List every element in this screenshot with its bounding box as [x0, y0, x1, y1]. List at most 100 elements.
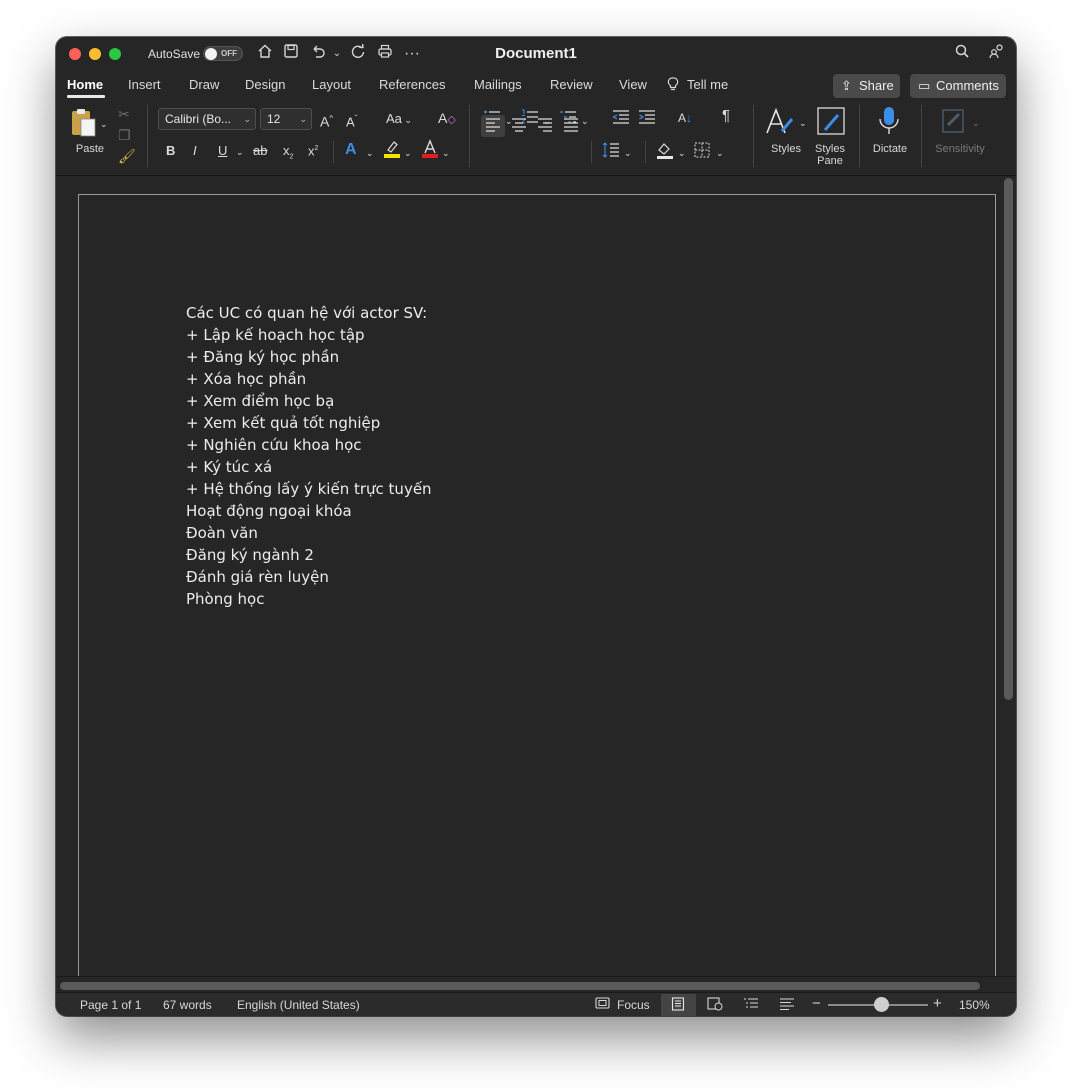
- ribbon-separator: [753, 105, 754, 167]
- paste-icon[interactable]: [69, 107, 97, 137]
- format-painter-icon[interactable]: 🖌: [118, 147, 136, 165]
- paste-label: Paste: [75, 143, 105, 155]
- superscript-button[interactable]: x2: [308, 140, 318, 160]
- cut-icon[interactable]: ✂: [118, 105, 130, 123]
- web-layout-view-icon[interactable]: [707, 997, 723, 1014]
- subscript-button[interactable]: x2: [283, 142, 293, 167]
- show-formatting-marks-icon[interactable]: ¶: [722, 107, 730, 125]
- align-right-icon[interactable]: [537, 118, 553, 136]
- justify-icon[interactable]: [563, 118, 579, 136]
- document-line[interactable]: Đăng ký ngành 2: [186, 544, 432, 566]
- chevron-down-icon[interactable]: ⌄: [716, 144, 724, 162]
- text-effects-icon[interactable]: A: [345, 141, 357, 159]
- focus-label[interactable]: Focus: [617, 998, 650, 1012]
- microphone-icon[interactable]: [876, 105, 902, 137]
- italic-button[interactable]: I: [193, 142, 197, 160]
- chevron-down-icon[interactable]: ⌄: [366, 144, 374, 162]
- ribbon: ⌄ Paste ✂ ❐ 🖌 Calibri (Bo... ⌄ 12 ⌄ A^ A…: [56, 101, 1016, 175]
- line-spacing-icon[interactable]: [602, 142, 620, 162]
- align-left-icon[interactable]: [485, 118, 501, 136]
- shrink-font-icon[interactable]: Aˇ: [346, 110, 357, 131]
- chevron-down-icon[interactable]: ⌄: [624, 144, 632, 162]
- document-line[interactable]: + Lập kế hoạch học tập: [186, 324, 432, 346]
- zoom-slider-knob[interactable]: [874, 997, 889, 1012]
- document-line[interactable]: Đoàn văn: [186, 522, 432, 544]
- chevron-down-icon[interactable]: ⌄: [972, 114, 980, 132]
- chevron-down-icon[interactable]: ⌄: [799, 114, 807, 132]
- shading-icon[interactable]: [656, 141, 674, 163]
- zoom-in-button[interactable]: +: [933, 995, 942, 1012]
- search-icon[interactable]: [951, 43, 973, 65]
- borders-icon[interactable]: [694, 142, 710, 162]
- word-count[interactable]: 67 words: [163, 998, 212, 1012]
- comments-label: Comments: [936, 78, 999, 93]
- document-line[interactable]: Hoạt động ngoại khóa: [186, 500, 432, 522]
- draft-view-icon[interactable]: [779, 997, 795, 1014]
- horizontal-scrollbar[interactable]: [60, 982, 980, 990]
- chevron-down-icon[interactable]: ⌄: [442, 144, 450, 162]
- account-icon[interactable]: [985, 43, 1007, 65]
- tab-home[interactable]: Home: [67, 77, 103, 92]
- document-line[interactable]: + Xóa học phần: [186, 368, 432, 390]
- outline-view-icon[interactable]: [743, 997, 759, 1014]
- tab-insert[interactable]: Insert: [128, 77, 161, 92]
- document-page[interactable]: Các UC có quan hệ với actor SV: + Lập kế …: [78, 194, 996, 994]
- document-line[interactable]: Phòng học: [186, 588, 432, 610]
- document-line[interactable]: + Nghiên cứu khoa học: [186, 434, 432, 456]
- document-body[interactable]: Các UC có quan hệ với actor SV: + Lập kế …: [186, 302, 432, 610]
- tab-references[interactable]: References: [379, 77, 445, 92]
- chevron-down-icon[interactable]: ⌄: [581, 112, 589, 130]
- bold-button[interactable]: B: [166, 142, 175, 160]
- document-line[interactable]: + Đăng ký học phần: [186, 346, 432, 368]
- chevron-down-icon[interactable]: ⌄: [678, 144, 686, 162]
- tab-review[interactable]: Review: [550, 77, 593, 92]
- language-indicator[interactable]: English (United States): [237, 998, 360, 1012]
- styles-pane-icon[interactable]: [816, 106, 846, 136]
- page-count[interactable]: Page 1 of 1: [80, 998, 141, 1012]
- ribbon-separator: [645, 141, 646, 163]
- share-button[interactable]: ⇪ Share: [833, 74, 900, 98]
- tab-draw[interactable]: Draw: [189, 77, 219, 92]
- document-line[interactable]: Các UC có quan hệ với actor SV:: [186, 302, 432, 324]
- decrease-indent-icon[interactable]: [612, 109, 630, 129]
- zoom-out-button[interactable]: −: [812, 995, 821, 1012]
- tab-view[interactable]: View: [619, 77, 647, 92]
- grow-font-icon[interactable]: A^: [320, 110, 333, 131]
- document-line[interactable]: + Ký túc xá: [186, 456, 432, 478]
- comment-icon: ▭: [918, 78, 931, 93]
- chevron-down-icon[interactable]: ⌄: [404, 144, 412, 162]
- title-bar: AutoSave OFF ⌄ ··· Document1: [56, 37, 1016, 71]
- paste-chevron-down-icon[interactable]: ⌄: [100, 115, 108, 133]
- change-case-button[interactable]: Aa ⌄: [386, 110, 412, 129]
- tab-mailings[interactable]: Mailings: [474, 77, 522, 92]
- sort-icon[interactable]: A↓: [678, 109, 692, 127]
- vertical-scrollbar[interactable]: [1004, 178, 1013, 700]
- comments-button[interactable]: ▭ Comments: [910, 74, 1006, 98]
- font-color-icon[interactable]: [420, 139, 440, 163]
- font-size-select[interactable]: 12 ⌄: [260, 108, 312, 130]
- sensitivity-icon[interactable]: [940, 107, 968, 135]
- document-line[interactable]: Đánh giá rèn luyện: [186, 566, 432, 588]
- highlight-color-icon[interactable]: [382, 139, 402, 163]
- styles-icon[interactable]: [764, 107, 796, 137]
- tab-design[interactable]: Design: [245, 77, 285, 92]
- align-center-icon[interactable]: [511, 118, 527, 136]
- increase-indent-icon[interactable]: [638, 109, 656, 129]
- underline-button[interactable]: U: [218, 142, 227, 160]
- copy-icon[interactable]: ❐: [118, 126, 131, 144]
- document-line[interactable]: + Xem điểm học bạ: [186, 390, 432, 412]
- document-canvas[interactable]: Các UC có quan hệ với actor SV: + Lập kế …: [56, 176, 1016, 994]
- tab-tell-me[interactable]: Tell me: [687, 77, 728, 92]
- document-line[interactable]: + Xem kết quả tốt nghiệp: [186, 412, 432, 434]
- share-icon: ⇪: [841, 78, 852, 93]
- tab-layout[interactable]: Layout: [312, 77, 351, 92]
- underline-chevron-down-icon[interactable]: ⌄: [236, 143, 244, 161]
- clear-formatting-icon[interactable]: A◇: [438, 109, 456, 129]
- zoom-level[interactable]: 150%: [959, 998, 990, 1012]
- document-line[interactable]: + Hệ thống lấy ý kiến trực tuyến: [186, 478, 432, 500]
- print-layout-view-icon[interactable]: [671, 997, 685, 1014]
- font-name-select[interactable]: Calibri (Bo... ⌄: [158, 108, 256, 130]
- font-size-value: 12: [267, 112, 281, 126]
- focus-icon[interactable]: [595, 997, 610, 1012]
- strikethrough-button[interactable]: ab: [253, 142, 267, 160]
